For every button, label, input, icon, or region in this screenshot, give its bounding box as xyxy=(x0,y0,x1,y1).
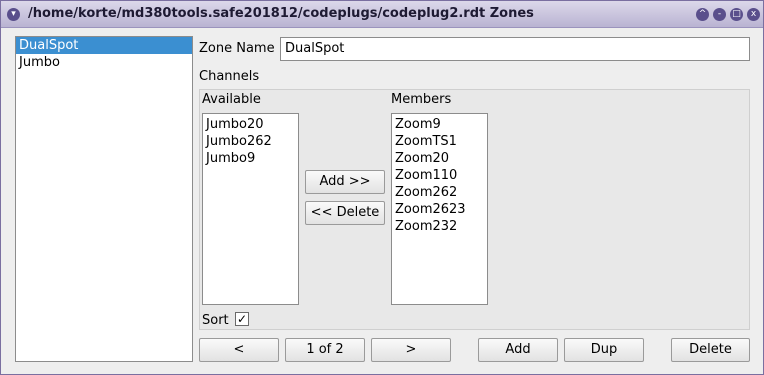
maximize-window-icon[interactable]: □ xyxy=(730,8,743,21)
zone-name-input[interactable]: DualSpot xyxy=(280,37,750,61)
available-item[interactable]: Jumbo9 xyxy=(206,150,295,167)
member-item[interactable]: Zoom110 xyxy=(395,167,484,184)
window-title: /home/korte/md380tools.safe201812/codepl… xyxy=(28,6,534,21)
member-item[interactable]: Zoom232 xyxy=(395,218,484,235)
available-list[interactable]: Jumbo20 Jumbo262 Jumbo9 xyxy=(202,113,299,305)
members-list[interactable]: Zoom9 ZoomTS1 Zoom20 Zoom110 Zoom262 Zoo… xyxy=(391,113,488,305)
next-page-button[interactable]: > xyxy=(371,338,451,362)
member-item[interactable]: Zoom262 xyxy=(395,184,484,201)
sort-checkbox[interactable]: ✓ xyxy=(235,312,249,326)
add-zone-button[interactable]: Add xyxy=(478,338,558,362)
member-item[interactable]: ZoomTS1 xyxy=(395,133,484,150)
chevron-down-icon[interactable]: ▾ xyxy=(7,8,20,21)
zone-name-label: Zone Name xyxy=(199,41,275,56)
channels-group: Available Members Jumbo20 Jumbo262 Jumbo… xyxy=(199,89,750,330)
dup-zone-button[interactable]: Dup xyxy=(564,338,644,362)
zone-item[interactable]: DualSpot xyxy=(16,37,192,54)
add-member-button[interactable]: Add >> xyxy=(305,170,385,194)
available-label: Available xyxy=(202,92,261,107)
available-item[interactable]: Jumbo262 xyxy=(206,133,295,150)
shade-window-icon[interactable]: ^ xyxy=(696,8,709,21)
zones-window: ▾ /home/korte/md380tools.safe201812/code… xyxy=(0,0,764,375)
member-item[interactable]: Zoom20 xyxy=(395,150,484,167)
member-item[interactable]: Zoom2623 xyxy=(395,201,484,218)
member-item[interactable]: Zoom9 xyxy=(395,116,484,133)
sort-label: Sort xyxy=(202,313,229,328)
delete-zone-button[interactable]: Delete xyxy=(671,338,750,362)
minimize-window-icon[interactable]: - xyxy=(713,8,726,21)
title-bar[interactable]: ▾ /home/korte/md380tools.safe201812/code… xyxy=(1,1,763,28)
zone-item[interactable]: Jumbo xyxy=(16,54,192,71)
page-indicator: 1 of 2 xyxy=(285,338,365,362)
close-window-icon[interactable]: x xyxy=(747,8,760,21)
available-item[interactable]: Jumbo20 xyxy=(206,116,295,133)
channels-label: Channels xyxy=(199,69,260,84)
members-label: Members xyxy=(391,92,452,107)
zone-list[interactable]: DualSpot Jumbo xyxy=(15,36,193,362)
previous-page-button[interactable]: < xyxy=(199,338,279,362)
delete-member-button[interactable]: << Delete xyxy=(305,201,385,225)
